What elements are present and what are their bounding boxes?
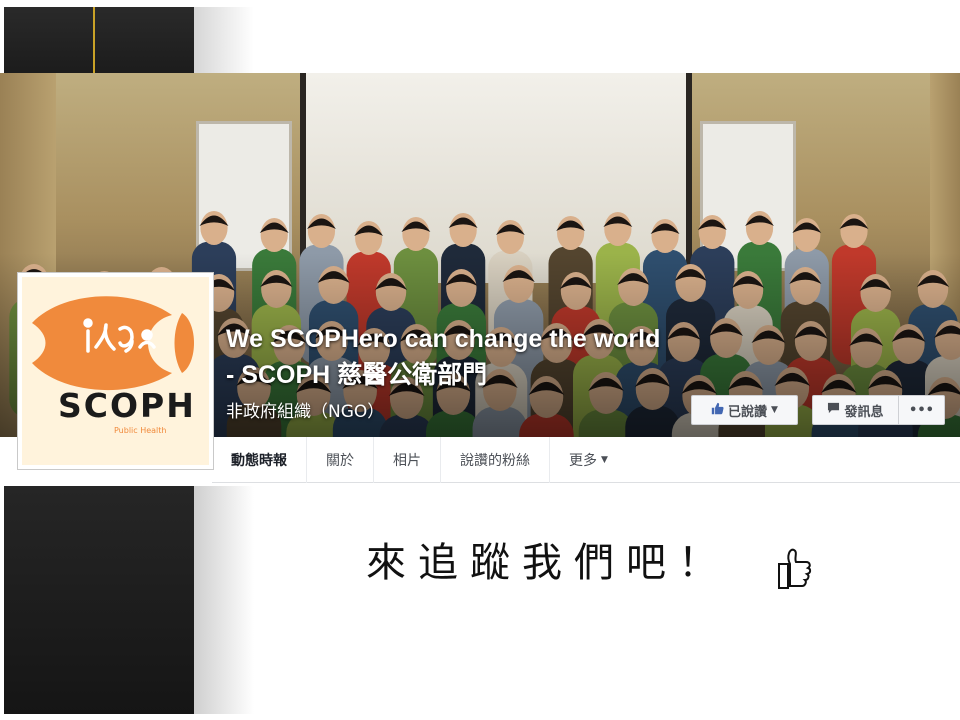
thumbs-up-icon	[711, 402, 724, 419]
slogan-text: 來追蹤我們吧！	[366, 540, 730, 586]
chevron-down-icon: ▼	[771, 405, 778, 415]
liked-button[interactable]: 已說讚 ▼	[691, 395, 798, 425]
slide-fade-bottom	[194, 486, 254, 714]
slide-dark-block-top	[4, 7, 194, 73]
tab-photos-label: 相片	[393, 452, 421, 469]
tab-timeline[interactable]: 動態時報	[212, 436, 307, 483]
page-title[interactable]: We SCOPHero can change the world - SCOPH…	[226, 321, 666, 393]
tab-likes[interactable]: 說讚的粉絲	[441, 436, 550, 483]
profile-picture[interactable]: SCOPH Public Health	[17, 272, 214, 470]
more-dots-icon: •••	[909, 402, 934, 418]
logo-wordmark: SCOPH	[58, 386, 196, 425]
page-category: 非政府組織（NGO）	[226, 402, 385, 422]
tab-more-label: 更多	[569, 452, 597, 469]
tab-about[interactable]: 關於	[307, 436, 374, 483]
message-button[interactable]: 發訊息	[812, 395, 899, 425]
tab-timeline-label: 動態時報	[231, 452, 287, 469]
slide-fade-top	[194, 7, 254, 73]
thumbs-up-icon	[778, 548, 812, 589]
message-icon	[827, 402, 840, 418]
message-label: 發訊息	[844, 404, 884, 420]
slide-dark-block-bottom	[4, 486, 194, 714]
scoph-logo: SCOPH Public Health	[22, 277, 209, 465]
logo-subtitle: Public Health	[114, 426, 167, 435]
tab-likes-label: 說讚的粉絲	[460, 452, 530, 469]
page-tab-bar: 動態時報 關於 相片 說讚的粉絲 更多 ▼	[212, 436, 960, 483]
facebook-page-header: We SCOPHero can change the world - SCOPH…	[0, 73, 960, 486]
tab-photos[interactable]: 相片	[374, 436, 441, 483]
tab-about-label: 關於	[326, 452, 354, 469]
liked-label: 已說讚	[728, 404, 768, 420]
scoph-logo-graphic: SCOPH Public Health	[32, 296, 196, 435]
slide-gold-accent-line	[93, 7, 95, 73]
caret-down-icon: ▼	[601, 454, 608, 465]
more-options-button[interactable]: •••	[899, 395, 945, 425]
tab-more[interactable]: 更多 ▼	[550, 437, 627, 483]
